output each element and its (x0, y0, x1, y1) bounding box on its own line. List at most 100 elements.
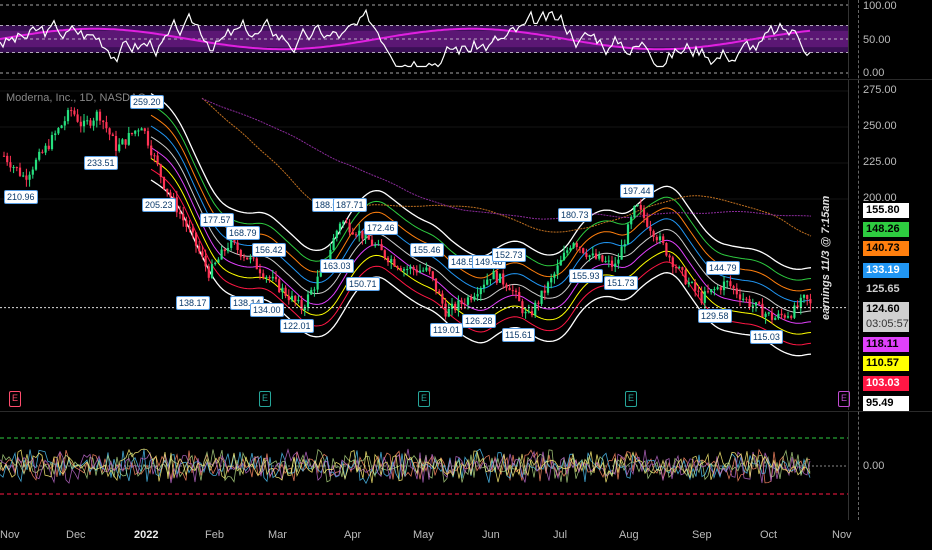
candle-body (79, 121, 82, 127)
candle-body (290, 295, 294, 301)
candle-body (431, 271, 434, 279)
candle-body (732, 286, 735, 289)
candle-body (591, 253, 594, 256)
candle-body (559, 260, 562, 266)
candle-body (50, 135, 54, 150)
time-axis[interactable]: Nov Dec 2022 Feb Mar Apr May Jun Jul Aug… (0, 522, 932, 550)
candle-body (63, 121, 66, 126)
time-axis-label: Mar (268, 529, 287, 541)
candle-body (614, 263, 617, 267)
osc-axis-label: 0.00 (863, 460, 885, 472)
candle-body (399, 268, 402, 271)
candle-body (182, 213, 185, 221)
time-axis-label: Jul (553, 529, 568, 541)
symbol-title[interactable]: Moderna, Inc., 1D, NASDAQ (6, 92, 146, 104)
candle-body (22, 175, 25, 177)
price-label: 155.46 (410, 243, 444, 257)
candle-body (252, 257, 255, 259)
candle-body (354, 234, 358, 236)
price-label: 129.58 (698, 309, 732, 323)
candle-body (114, 135, 118, 151)
candle-body (262, 273, 265, 278)
price-label: 150.71 (346, 277, 380, 291)
candle-body (729, 281, 732, 287)
candle-body (527, 311, 530, 313)
candle-body (447, 308, 450, 317)
time-axis-label: Jun (482, 529, 500, 541)
price-label: 122.01 (280, 319, 314, 333)
candle-body (655, 236, 658, 241)
candle-body (351, 232, 354, 235)
candle-body (636, 205, 639, 207)
candle-body (89, 120, 92, 126)
price-tag-red: 103.03 (863, 376, 909, 391)
candle-body (710, 289, 713, 293)
candle-body (428, 267, 431, 272)
candle-body (546, 282, 550, 293)
candle-body (642, 209, 646, 218)
candle-body (802, 294, 806, 298)
candle-body (108, 128, 111, 135)
price-tag-band-top: 155.80 (863, 203, 909, 218)
time-axis-label: Nov (0, 529, 20, 541)
candle-body (450, 303, 454, 309)
earnings-icon[interactable]: E (625, 391, 637, 407)
candle-body (681, 267, 684, 270)
candle-body (76, 114, 79, 122)
rsi-axis[interactable]: 100.00 50.00 0.00 (848, 0, 932, 79)
price-label: 134.00 (250, 303, 284, 317)
candle-body (57, 128, 60, 134)
slow-ma-line (201, 98, 812, 220)
candle-body (226, 247, 230, 252)
candle-body (726, 281, 729, 283)
candle-body (770, 312, 774, 320)
candle-body (687, 282, 690, 285)
earnings-icon[interactable]: E (9, 391, 21, 407)
candle-body (543, 290, 546, 293)
candle-body (482, 284, 486, 288)
time-axis-label: Oct (760, 529, 778, 541)
candle-body (713, 289, 716, 291)
earnings-icon[interactable]: E (418, 391, 430, 407)
candle-body (588, 255, 591, 258)
candle-body (508, 287, 511, 291)
price-tag-mid: 125.65 (863, 282, 909, 297)
candle-body (620, 246, 623, 260)
candle-body (486, 279, 489, 285)
time-axis-label: 2022 (134, 529, 159, 541)
candle-body (185, 220, 188, 227)
last-price-tag: 124.60 (863, 302, 909, 317)
candle-body (44, 145, 47, 153)
candle-body (498, 273, 502, 283)
candle-body (594, 253, 598, 259)
candle-body (287, 295, 290, 301)
candle-body (569, 247, 572, 251)
time-axis-label: Feb (205, 529, 224, 541)
candle-body (98, 111, 102, 121)
price-label: 155.93 (569, 269, 603, 283)
candle-body (623, 244, 626, 247)
oscillator-axis[interactable]: 0.00 (848, 412, 932, 520)
time-axis-label: Nov (832, 529, 852, 541)
candle-body (668, 255, 671, 258)
candle-body (332, 237, 335, 250)
rsi-panel[interactable] (0, 0, 848, 78)
candle-body (338, 223, 342, 231)
candle-body (553, 273, 556, 278)
candle-body (294, 295, 297, 302)
candle-body (422, 270, 425, 272)
candle-body (719, 287, 722, 291)
earnings-icon[interactable]: E (259, 391, 271, 407)
candle-body (201, 251, 204, 256)
price-label: 180.73 (558, 208, 592, 222)
earnings-icon[interactable]: E (838, 391, 850, 407)
candle-body (25, 175, 28, 180)
candle-body (95, 111, 98, 121)
candle-body (678, 267, 681, 269)
candle-body (236, 242, 239, 251)
candle-body (34, 159, 38, 170)
oscillator-panel[interactable] (0, 412, 848, 520)
candle-body (530, 311, 534, 316)
candle-body (601, 255, 604, 262)
candle-body (409, 266, 412, 270)
